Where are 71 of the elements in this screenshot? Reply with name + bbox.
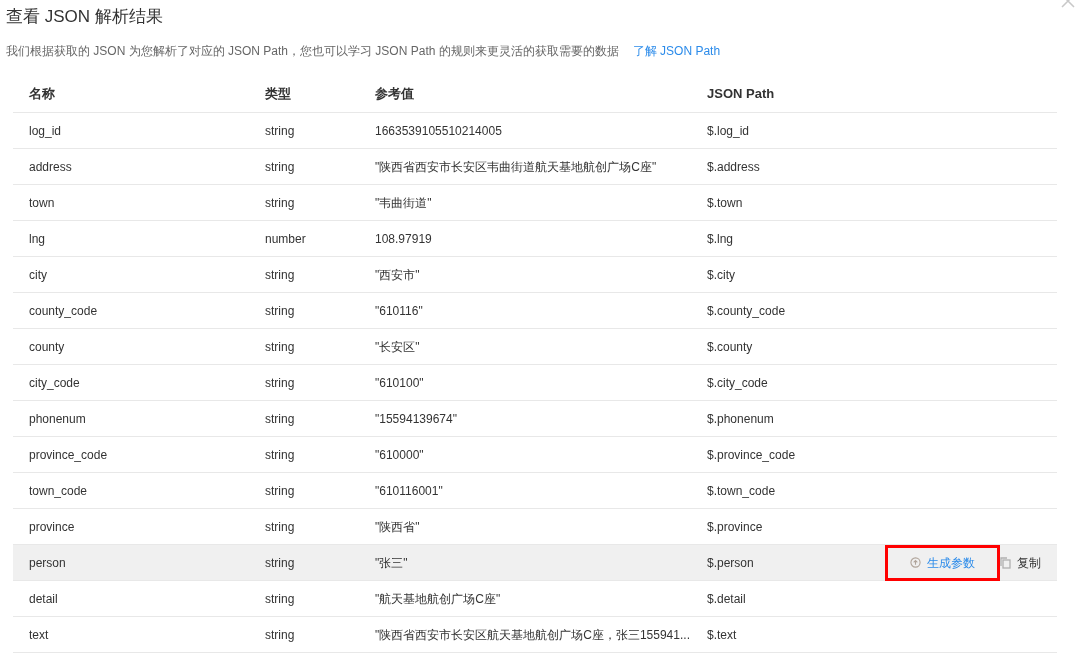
table-cell: "航天基地航创广场C座" — [375, 591, 501, 606]
table-cell: $.town_code — [707, 483, 776, 498]
table-cell: string — [265, 375, 295, 390]
table-cell: "西安市" — [375, 267, 420, 282]
dialog-title: 查看 JSON 解析结果 — [6, 6, 163, 28]
table-cell: "陕西省" — [375, 519, 420, 534]
table-cell: string — [265, 303, 295, 318]
table-cell: $.town — [707, 195, 743, 210]
table-cell: phonenum — [29, 411, 86, 426]
table-cell: detail — [29, 591, 58, 606]
table-cell: $.address — [707, 159, 760, 174]
table-cell: "610116001" — [375, 483, 443, 498]
table-cell: string — [265, 159, 295, 174]
table-cell: "陕西省西安市长安区航天基地航创广场C座，张三155941... — [375, 627, 690, 642]
table-cell: string — [265, 195, 295, 210]
table-cell: $.phonenum — [707, 411, 774, 426]
table-cell: "15594139674" — [375, 411, 457, 426]
table-cell: string — [265, 339, 295, 354]
table-cell: 1663539105510214005 — [375, 123, 502, 138]
table-cell: "610100" — [375, 375, 424, 390]
table-cell: string — [265, 447, 295, 462]
table-cell: string — [265, 627, 295, 642]
table-cell: town_code — [29, 483, 88, 498]
table-cell: string — [265, 555, 295, 570]
table-cell: $.log_id — [707, 123, 750, 138]
table-cell: $.county_code — [707, 303, 786, 318]
table-cell: log_id — [29, 123, 62, 138]
table-cell: 108.97919 — [375, 231, 432, 246]
table-cell: string — [265, 519, 295, 534]
table-cell: lng — [29, 231, 45, 246]
copy-icon — [1000, 556, 1011, 569]
table-cell: person — [29, 555, 66, 570]
table-cell: $.detail — [707, 591, 746, 606]
table-cell: string — [265, 411, 295, 426]
table-cell: county — [29, 339, 65, 354]
table-cell: city — [29, 267, 47, 282]
table-cell: $.city — [707, 267, 735, 282]
table-cell: "张三" — [375, 555, 408, 570]
table-cell: town — [29, 195, 55, 210]
table-cell: number — [265, 231, 306, 246]
table-cell: string — [265, 267, 295, 282]
copy-button[interactable]: 复制 — [1000, 544, 1045, 581]
table-cell: "长安区" — [375, 339, 420, 354]
table-cell: text — [29, 627, 49, 642]
learn-json-path-link[interactable]: 了解 JSON Path — [632, 42, 721, 60]
table-cell: "韦曲街道" — [375, 195, 432, 210]
table-cell: string — [265, 591, 295, 606]
table-cell: $.county — [707, 339, 753, 354]
upload-circle-icon — [910, 557, 921, 568]
column-header: 类型 — [265, 86, 291, 102]
table-cell: address — [29, 159, 72, 174]
column-header: 参考值 — [375, 86, 414, 102]
table-cell: province_code — [29, 447, 108, 462]
table-cell: "610000" — [375, 447, 424, 462]
table-row[interactable]: person string "张三" $.person 生成参数 复制 — [13, 545, 1057, 581]
table-cell: $.text — [707, 627, 737, 642]
description-text: 我们根据获取的 JSON 为您解析了对应的 JSON Path，您也可以学习 JSON Path 的规则来更灵活的获取需要的数据 — [6, 43, 619, 60]
table-cell: province — [29, 519, 75, 534]
table-cell: string — [265, 483, 295, 498]
table-cell: $.province — [707, 519, 763, 534]
column-header: 名称 — [29, 86, 55, 102]
table-cell: string — [265, 123, 295, 138]
table-cell: city_code — [29, 375, 80, 390]
table-cell: $.person — [707, 555, 754, 570]
table-cell: county_code — [29, 303, 98, 318]
table-cell: $.lng — [707, 231, 734, 246]
table-cell: "陕西省西安市长安区韦曲街道航天基地航创广场C座" — [375, 159, 657, 174]
table-cell: $.province_code — [707, 447, 796, 462]
column-header: JSON Path — [707, 86, 775, 102]
table-cell: "610116" — [375, 303, 423, 318]
table-cell: $.city_code — [707, 375, 768, 390]
